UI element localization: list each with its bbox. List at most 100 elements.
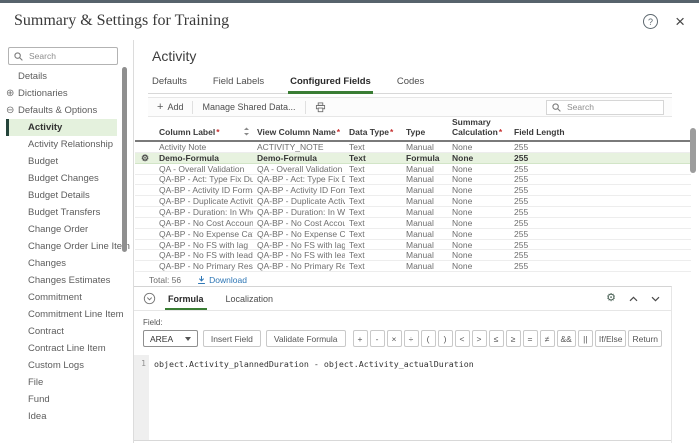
table-row[interactable]: QA-BP - No FS with lead QA-BP - No FS wi… <box>135 250 691 262</box>
validate-formula-button[interactable]: Validate Formula <box>265 330 346 347</box>
sidebar-nav-item[interactable]: ⊖ Defaults & Options <box>0 102 117 119</box>
sidebar-nav-item[interactable]: Changes <box>0 255 117 272</box>
tab[interactable]: Configured Fields <box>288 72 373 94</box>
chevron-up-icon[interactable] <box>629 295 638 302</box>
operator-button[interactable]: + <box>352 330 368 347</box>
table-row[interactable]: QA-BP - No Expense Category QA-BP - No E… <box>135 229 691 240</box>
formula-panel-tab[interactable]: Formula <box>165 287 206 310</box>
cell-data-type: Text <box>349 174 365 185</box>
chevron-down-icon[interactable] <box>651 296 660 302</box>
operator-button[interactable]: ÷ <box>403 330 419 347</box>
download-link[interactable]: Download <box>197 275 247 285</box>
sidebar-nav-item-label: Contract Line Item <box>28 343 106 354</box>
close-icon[interactable] <box>675 15 685 28</box>
operator-button[interactable]: && <box>556 330 576 347</box>
table-row[interactable]: QA-BP - No Primary Resource QA-BP - No P… <box>135 261 691 273</box>
operator-button[interactable]: = <box>522 330 538 347</box>
sort-icon[interactable] <box>243 127 250 136</box>
add-button[interactable]: Add <box>148 98 192 116</box>
sidebar-nav-item[interactable]: Commitment Line Item <box>0 306 124 323</box>
help-icon[interactable] <box>643 14 659 29</box>
table-row[interactable]: QA-BP - Act: Type Fix Dur & ... QA-BP - … <box>135 174 691 186</box>
field-dropdown[interactable]: AREA <box>143 330 198 347</box>
plus-icon <box>157 102 163 113</box>
formula-editor[interactable]: 1 object.Activity_plannedDuration - obje… <box>134 355 671 441</box>
formula-code[interactable]: object.Activity_plannedDuration - object… <box>149 355 671 440</box>
table-scrollbar-thumb[interactable] <box>690 128 696 173</box>
sidebar-nav-item[interactable]: Fund <box>0 391 117 408</box>
table-search-box[interactable] <box>546 99 664 115</box>
tab[interactable]: Field Labels <box>213 72 264 93</box>
sidebar-nav-item[interactable]: Details <box>0 68 117 85</box>
insert-field-button[interactable]: Insert Field <box>202 330 261 347</box>
tree-toggle-icon[interactable]: ⊖ <box>6 105 14 116</box>
operator-button[interactable]: ≠ <box>539 330 555 347</box>
sidebar-nav-item-label: Defaults & Options <box>18 105 98 116</box>
sidebar-nav-item[interactable]: Budget <box>0 153 117 170</box>
column-header[interactable]: Type <box>402 127 448 141</box>
sidebar-nav-item[interactable]: Contract <box>0 323 117 340</box>
cell-type: Manual <box>406 250 434 261</box>
column-header[interactable]: View Column Name* <box>253 127 345 141</box>
column-header[interactable]: Summary Calculation* <box>448 117 510 140</box>
table-row[interactable]: QA-BP - No Cost Account QA-BP - No Cost … <box>135 218 691 229</box>
table-row[interactable]: QA - Overall Validation QA - Overall Val… <box>135 164 691 175</box>
manage-shared-data-button[interactable]: Manage Shared Data... <box>193 98 304 116</box>
sidebar-nav: Details ⊕ Dictionaries ⊖ Defaults & Opti… <box>0 68 130 425</box>
sidebar-nav-item-label: Idea <box>28 411 47 422</box>
table-row[interactable]: Demo-Formula Demo-Formula Text Formula N… <box>135 153 691 164</box>
column-header[interactable]: Data Type* <box>345 127 402 141</box>
table-row[interactable]: QA-BP - Duplicate Activity N... QA-BP - … <box>135 196 691 208</box>
tab[interactable]: Codes <box>397 72 424 93</box>
table-row[interactable]: QA-BP - No FS with lag QA-BP - No FS wit… <box>135 240 691 251</box>
formula-panel-tab[interactable]: Localization <box>226 287 274 310</box>
sidebar-scrollbar-thumb[interactable] <box>122 67 127 252</box>
operator-button[interactable]: ) <box>437 330 453 347</box>
sidebar-nav-item[interactable]: Changes Estimates <box>0 272 117 289</box>
operator-button[interactable]: ≤ <box>488 330 504 347</box>
sidebar-search-input[interactable] <box>27 50 112 62</box>
table-row[interactable]: Activity Note ACTIVITY_NOTE Text Manual … <box>135 142 691 153</box>
operator-button[interactable]: < <box>454 330 470 347</box>
tab[interactable]: Defaults <box>152 72 187 93</box>
cell-data-type: Text <box>349 206 365 217</box>
sidebar-nav-item[interactable]: Custom Logs <box>0 357 117 374</box>
tree-toggle-icon[interactable]: ⊕ <box>6 88 14 99</box>
cell-column-label: QA-BP - Duration: In Whole ... <box>159 206 253 217</box>
operator-button[interactable]: ≥ <box>505 330 521 347</box>
print-button[interactable] <box>306 98 335 116</box>
operator-button[interactable]: × <box>386 330 402 347</box>
settings-gear-icon[interactable] <box>606 293 616 304</box>
cell-view-column-name: QA-BP - No Cost Account <box>257 217 345 228</box>
cell-summary-calculation: None <box>452 163 473 174</box>
operator-button[interactable]: Return <box>628 330 662 347</box>
sidebar-nav-item[interactable]: Change Order Line Item <box>0 238 130 255</box>
sidebar-nav-item[interactable]: File <box>0 374 117 391</box>
sidebar-search-box[interactable] <box>8 47 118 65</box>
operator-button[interactable]: > <box>471 330 487 347</box>
operator-button[interactable]: ( <box>420 330 436 347</box>
column-header[interactable]: Field Length <box>510 127 691 141</box>
sidebar-nav-item[interactable]: Activity Relationship <box>0 136 117 153</box>
sidebar-nav-item[interactable]: Budget Transfers <box>0 204 117 221</box>
cell-summary-calculation: None <box>452 228 473 239</box>
table-search-input[interactable] <box>565 101 658 113</box>
table-row[interactable]: QA-BP - Activity ID Format QA-BP - Activ… <box>135 185 691 197</box>
total-count: Total: 56 <box>149 275 182 285</box>
column-header-label: Summary Calculation <box>452 117 498 137</box>
sidebar-nav-item[interactable]: ⊕ Dictionaries <box>0 85 117 102</box>
operator-button[interactable]: If/Else <box>594 330 627 347</box>
sidebar-nav-item[interactable]: Activity <box>6 119 117 136</box>
operator-button[interactable]: - <box>369 330 385 347</box>
sidebar-nav-item[interactable]: Idea <box>0 408 117 425</box>
sidebar-nav-item[interactable]: Budget Details <box>0 187 117 204</box>
sidebar-nav-item[interactable]: Commitment <box>0 289 117 306</box>
sidebar-nav-item[interactable]: Budget Changes <box>0 170 117 187</box>
row-gear-icon[interactable] <box>141 153 149 163</box>
collapse-panel-icon[interactable] <box>143 292 156 305</box>
operator-button[interactable]: || <box>577 330 593 347</box>
sidebar-nav-item[interactable]: Change Order <box>0 221 117 238</box>
sidebar-nav-item[interactable]: Contract Line Item <box>0 340 117 357</box>
table-row[interactable]: QA-BP - Duration: In Whole ... QA-BP - D… <box>135 207 691 218</box>
column-header[interactable]: Column Label* <box>155 127 253 141</box>
